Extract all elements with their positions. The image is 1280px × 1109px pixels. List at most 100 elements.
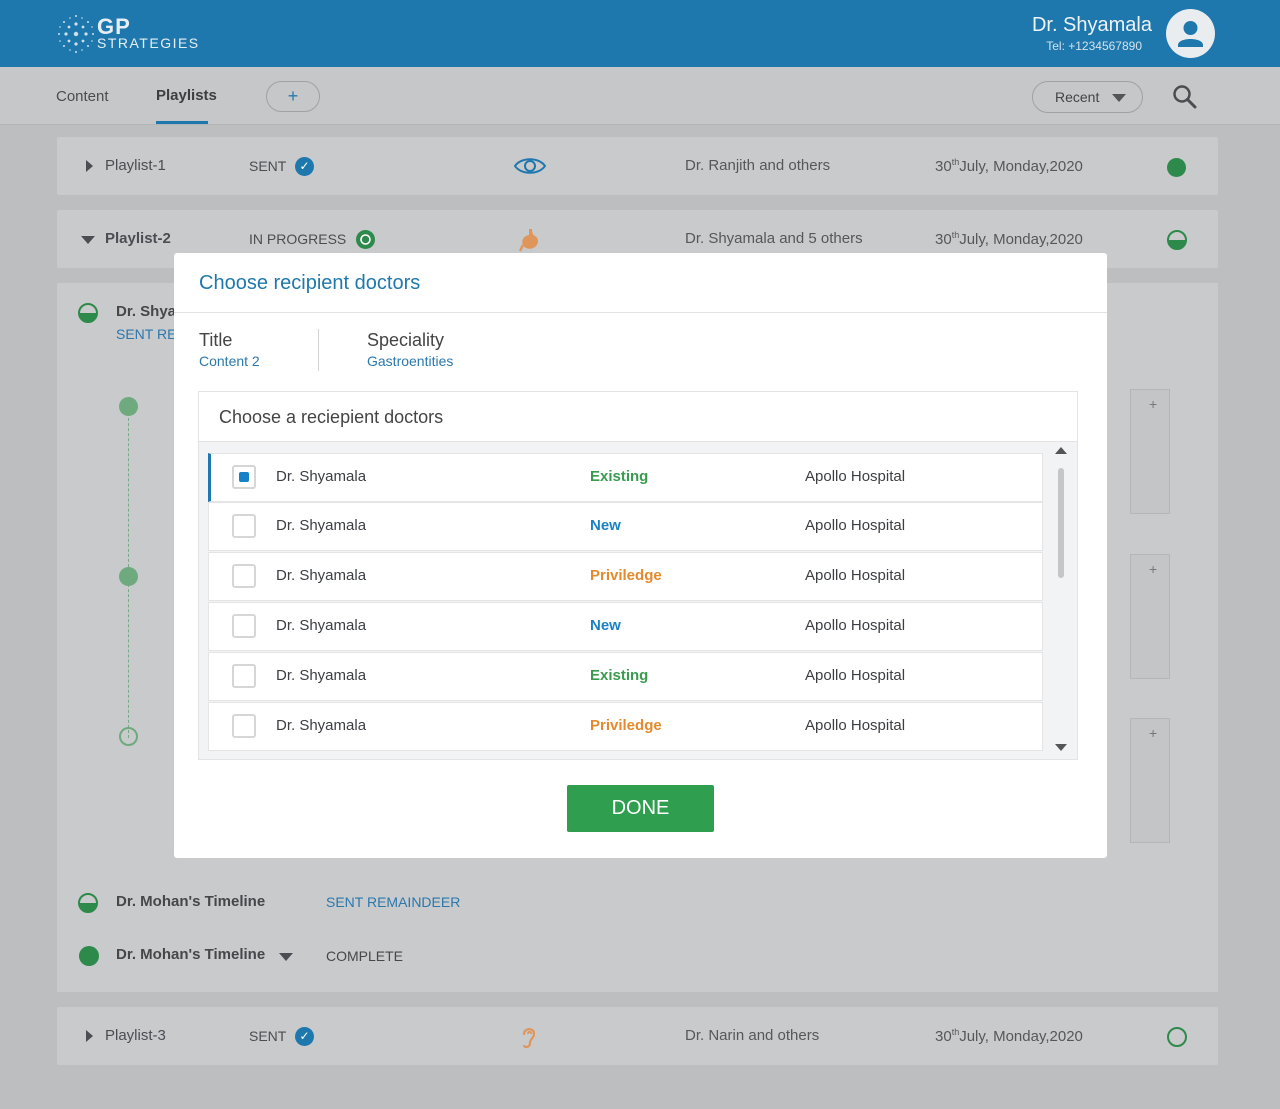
- top-bar: GP STRATEGIES Dr. Shyamala Tel: +1234567…: [0, 0, 1280, 67]
- speciality-label: Speciality: [367, 330, 445, 350]
- done-button[interactable]: DONE: [567, 785, 714, 832]
- timeline-status: COMPLETE: [326, 948, 404, 964]
- collapse-arrow-icon[interactable]: [81, 236, 95, 244]
- eye-icon: [513, 158, 547, 174]
- progress-none-indicator: [1167, 1027, 1187, 1047]
- doctor-type: Priviledge: [590, 567, 662, 584]
- playlist-status: SENT: [249, 158, 287, 174]
- doctor-name: Dr. Shyamala: [276, 617, 367, 634]
- progress-half-indicator: [1167, 230, 1187, 250]
- doctor-checkbox[interactable]: [232, 465, 256, 489]
- scrollbar-thumb[interactable]: [1058, 468, 1064, 578]
- add-icon[interactable]: +: [1149, 396, 1157, 412]
- doctor-checkbox[interactable]: [232, 714, 256, 738]
- timeline-name[interactable]: Dr. Shya: [116, 303, 176, 320]
- date-day: 30: [935, 1028, 952, 1045]
- ear-icon: [522, 1028, 536, 1049]
- doctor-checkbox[interactable]: [232, 564, 256, 588]
- tab-playlists[interactable]: Playlists: [156, 87, 217, 104]
- doctor-type: Existing: [590, 468, 649, 485]
- playlist-name: Playlist-3: [105, 1027, 166, 1044]
- timeline-name[interactable]: Dr. Mohan's Timeline: [116, 893, 265, 910]
- doctor-name: Dr. Shyamala: [276, 717, 367, 734]
- modal-title: Choose recipient doctors: [199, 272, 421, 294]
- scroll-up-arrow-icon[interactable]: [1055, 447, 1067, 454]
- doctor-type: New: [590, 517, 621, 534]
- date-day: 30: [935, 231, 952, 248]
- doctor-hospital: Apollo Hospital: [805, 717, 906, 734]
- playlist-date: 30thJuly, Monday,2020: [935, 1027, 1083, 1045]
- doctor-row[interactable]: Dr. Shyamala New Apollo Hospital: [208, 502, 1043, 551]
- user-avatar[interactable]: [1166, 9, 1215, 58]
- scrollbar[interactable]: [1056, 454, 1066, 744]
- doctor-list-title: Choose a reciepient doctors: [219, 407, 444, 427]
- scroll-down-arrow-icon[interactable]: [1055, 744, 1067, 751]
- search-icon[interactable]: [1172, 84, 1198, 110]
- gp-strategies-logo[interactable]: GP STRATEGIES: [56, 10, 216, 60]
- check-circle-icon: ✓: [295, 1027, 314, 1046]
- divider: [318, 329, 319, 371]
- timeline-name[interactable]: Dr. Mohan's Timeline: [116, 946, 265, 963]
- add-playlist-button[interactable]: +: [266, 81, 320, 112]
- expand-arrow-icon[interactable]: [86, 160, 93, 172]
- doctor-row[interactable]: Dr. Shyamala Priviledge Apollo Hospital: [208, 702, 1043, 751]
- playlist-recipients: Dr. Ranjith and others: [685, 157, 831, 174]
- doctor-checkbox[interactable]: [232, 614, 256, 638]
- timeline-status: SENT REMAINDEER: [326, 894, 461, 910]
- date-rest: July, Monday,2020: [959, 231, 1083, 248]
- doctor-row[interactable]: Dr. Shyamala Existing Apollo Hospital: [208, 453, 1043, 502]
- playlist-status: SENT: [249, 1028, 287, 1044]
- add-icon[interactable]: +: [1149, 561, 1157, 577]
- doctor-hospital: Apollo Hospital: [805, 667, 906, 684]
- content-card[interactable]: +: [1130, 718, 1170, 843]
- doctor-hospital: Apollo Hospital: [805, 567, 906, 584]
- timeline-status: SENT RE: [116, 326, 177, 342]
- expand-arrow-icon[interactable]: [86, 1030, 93, 1042]
- logo-star-icon: [58, 15, 94, 53]
- title-label: Title: [199, 330, 233, 350]
- doctor-row[interactable]: Dr. Shyamala New Apollo Hospital: [208, 602, 1043, 651]
- doctor-type: Priviledge: [590, 717, 662, 734]
- playlist-status: IN PROGRESS: [249, 231, 347, 247]
- date-day: 30: [935, 158, 952, 175]
- stomach-icon: [519, 229, 538, 252]
- content-card[interactable]: +: [1130, 389, 1170, 514]
- add-icon[interactable]: +: [1149, 725, 1157, 741]
- doctor-row[interactable]: Dr. Shyamala Existing Apollo Hospital: [208, 652, 1043, 701]
- tab-content[interactable]: Content: [56, 88, 109, 105]
- timeline-step-dot: [119, 567, 138, 586]
- doctor-checkbox[interactable]: [232, 664, 256, 688]
- playlist-recipients: Dr. Narin and others: [685, 1027, 820, 1044]
- chevron-down-icon[interactable]: [279, 953, 293, 961]
- title-value: Content 2: [199, 353, 260, 369]
- choose-recipient-modal: Choose recipient doctors Title Content 2…: [174, 253, 1107, 858]
- playlist-row[interactable]: Playlist-1 SENT ✓ Dr. Ranjith and others…: [57, 137, 1218, 195]
- speciality-value: Gastroentities: [367, 353, 454, 369]
- sort-dropdown[interactable]: Recent: [1032, 81, 1143, 113]
- doctor-list: Choose a reciepient doctors Dr. Shyamala…: [198, 391, 1078, 760]
- doctor-hospital: Apollo Hospital: [805, 468, 906, 485]
- content-card[interactable]: +: [1130, 554, 1170, 679]
- doctor-name: Dr. Shyamala: [276, 517, 367, 534]
- user-telephone: Tel: +1234567890: [1046, 39, 1142, 53]
- playlist-name: Playlist-2: [105, 230, 171, 247]
- active-tab-indicator: [156, 121, 208, 124]
- timeline-step-dot: [119, 727, 138, 746]
- person-icon: [1178, 21, 1203, 47]
- progress-complete-indicator: [79, 946, 99, 966]
- divider: [174, 312, 1107, 313]
- caret-down-icon: [1112, 94, 1126, 102]
- user-name: Dr. Shyamala: [1031, 14, 1152, 36]
- timeline-step-dot: [119, 397, 138, 416]
- doctor-hospital: Apollo Hospital: [805, 617, 906, 634]
- doctor-list-header: Choose a reciepient doctors: [199, 392, 1077, 442]
- doctor-row[interactable]: Dr. Shyamala Priviledge Apollo Hospital: [208, 552, 1043, 601]
- playlist-date: 30thJuly, Monday,2020: [935, 230, 1083, 248]
- doctor-checkbox[interactable]: [232, 514, 256, 538]
- progress-half-indicator: [78, 303, 98, 323]
- playlist-row[interactable]: Playlist-3 SENT ✓ Dr. Narin and others 3…: [57, 1007, 1218, 1065]
- doctor-name: Dr. Shyamala: [276, 468, 367, 485]
- in-progress-icon: [356, 230, 375, 249]
- date-rest: July, Monday,2020: [959, 1028, 1083, 1045]
- check-circle-icon: ✓: [295, 157, 314, 176]
